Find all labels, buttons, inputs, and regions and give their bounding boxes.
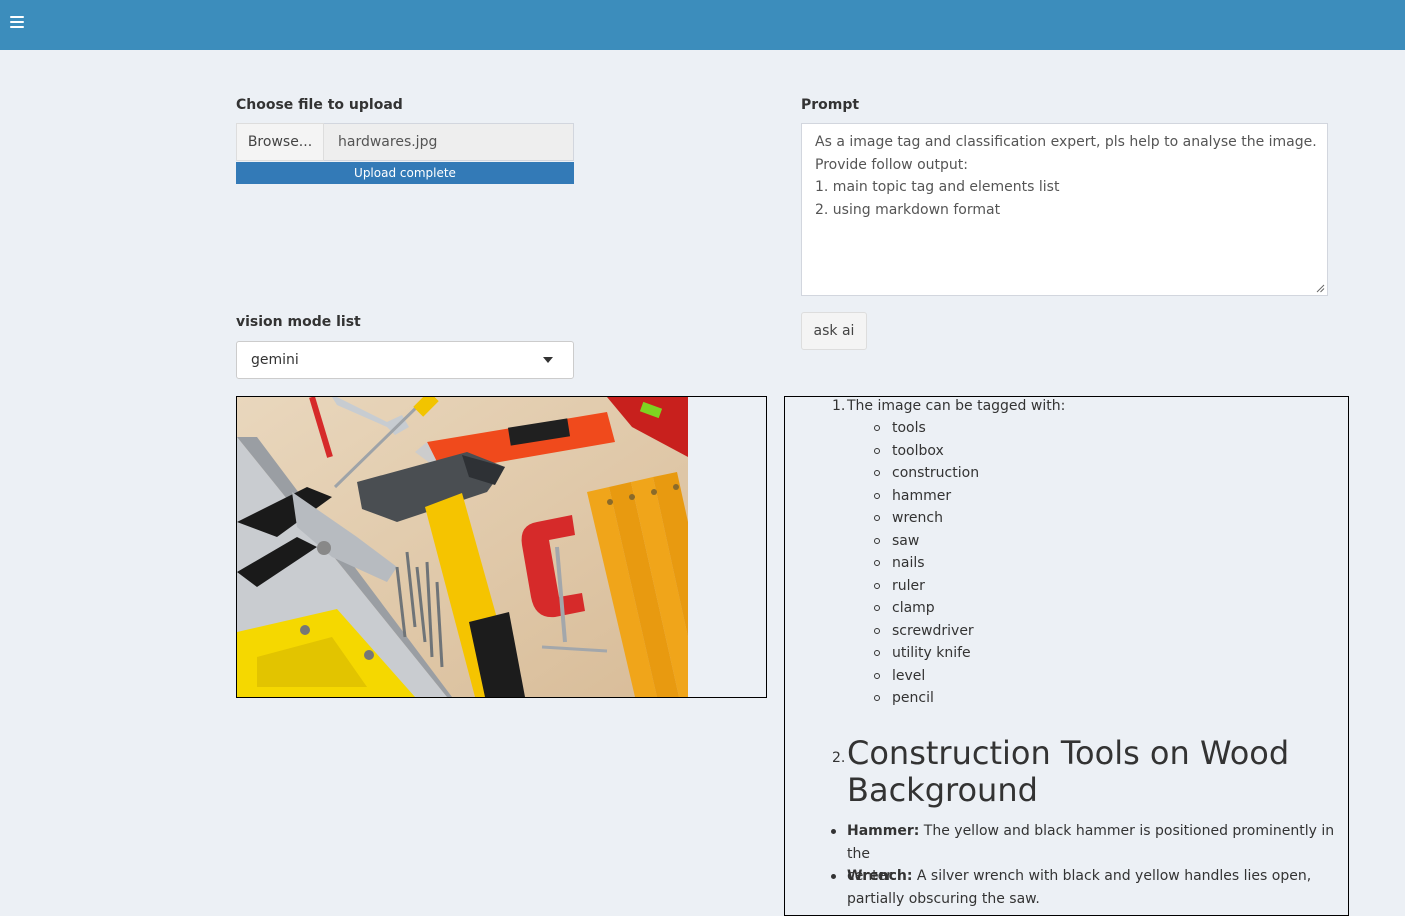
detail-text: The yellow and black hammer is positione… [847,823,1335,862]
prompt-line: 2. using markdown format [815,201,1001,218]
circle-bullet-icon [874,695,880,701]
tag-item: saw [892,533,920,549]
resize-handle-icon[interactable] [1316,284,1325,293]
circle-bullet-icon [874,493,880,499]
circle-bullet-icon [874,448,880,454]
tag-item: screwdriver [892,623,974,639]
circle-bullet-icon [874,560,880,566]
circle-bullet-icon [874,583,880,589]
model-select[interactable]: gemini [236,341,574,379]
model-selected-value: gemini [251,352,299,368]
prompt-label: Prompt [801,97,860,113]
circle-bullet-icon [874,470,880,476]
prompt-line: Provide follow output: [815,156,968,173]
result-intro-text: The image can be tagged with: [847,398,1066,414]
detail-term: Hammer: [847,823,920,839]
list-number: 1. [832,398,846,414]
detail-text: partially obscuring the saw. [847,890,1040,907]
circle-bullet-icon [874,628,880,634]
upload-progress-bar: Upload complete [236,162,574,184]
tag-item: utility knife [892,645,971,661]
circle-bullet-icon [874,538,880,544]
result-heading: Construction Tools on Wood Background [847,735,1289,809]
prompt-textarea[interactable]: As a image tag and classification expert… [801,123,1328,296]
tag-item: level [892,668,926,684]
detail-item: Wrench: A silver wrench with black and y… [847,865,1337,910]
ask-ai-button[interactable]: ask ai [801,312,867,350]
tag-item: clamp [892,600,935,616]
circle-bullet-icon [874,650,880,656]
circle-bullet-icon [874,515,880,521]
tag-item: pencil [892,690,934,706]
bullet-icon [831,829,836,834]
hamburger-icon[interactable] [10,15,24,29]
tag-item: toolbox [892,443,944,459]
tag-item: ruler [892,578,925,594]
file-name-field: hardwares.jpg [324,123,574,161]
uploaded-image-frame [236,396,767,698]
ai-result-panel: 1. The image can be tagged with: tools t… [784,396,1349,916]
uploaded-image [237,397,688,697]
tag-item: construction [892,465,980,481]
upload-status-text: Upload complete [354,166,456,180]
list-number: 2. [832,750,846,766]
tag-item: tools [892,420,926,436]
tag-item: nails [892,555,925,571]
upload-progress-fill: Upload complete [236,162,574,184]
upload-label: Choose file to upload [236,97,403,113]
detail-term: Wrench: [847,868,913,884]
circle-bullet-icon [874,605,880,611]
result-heading-line: Construction Tools on Wood [847,734,1290,772]
browse-button[interactable]: Browse... [236,123,324,161]
top-navbar [0,0,1405,50]
result-heading-line: Background [847,771,1038,809]
chevron-down-icon [543,357,553,363]
prompt-line: 1. main topic tag and elements list [815,179,1060,195]
file-upload: Browse... hardwares.jpg [236,123,574,161]
circle-bullet-icon [874,425,880,431]
tag-item: wrench [892,510,943,526]
tag-item: hammer [892,488,952,504]
circle-bullet-icon [874,673,880,679]
detail-text: A silver wrench with black and yellow ha… [916,868,1312,884]
model-select-label: vision mode list [236,314,361,330]
prompt-line: As a image tag and classification expert… [815,134,1317,150]
bullet-icon [831,874,836,879]
